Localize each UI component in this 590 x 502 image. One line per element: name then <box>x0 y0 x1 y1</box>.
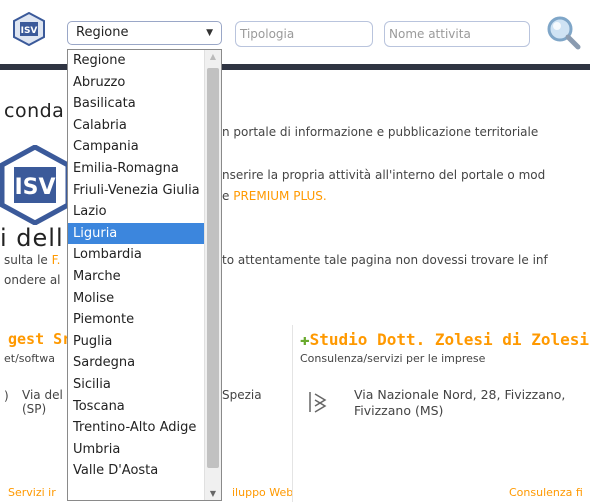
hero-logo-icon: ISV <box>0 145 70 225</box>
nome-attivita-placeholder: Nome attivita <box>389 27 471 41</box>
right-card-address-1: Via Nazionale Nord, 28, Fivizzano, <box>354 387 566 402</box>
intro-line-3-prefix: e <box>222 189 234 203</box>
site-logo-icon[interactable]: ISV <box>12 12 46 46</box>
address-arrow-icon <box>309 392 327 413</box>
plus-icon: ✚ <box>300 330 310 349</box>
right-card-footer-category[interactable]: Consulenza fi <box>509 486 583 499</box>
region-option[interactable]: Regione <box>68 50 204 72</box>
intro-line-1: n portale di informazione e pubblicazion… <box>222 125 539 139</box>
scrollbar-thumb[interactable] <box>207 68 219 468</box>
region-option[interactable]: Puglia <box>68 331 204 353</box>
hero-subtitle: i dell <box>0 224 64 252</box>
scroll-down-icon[interactable]: ▼ <box>205 489 221 498</box>
faq-line: sulta le F. <box>4 253 60 267</box>
region-option[interactable]: Campania <box>68 136 204 158</box>
region-option[interactable]: Lazio <box>68 201 204 223</box>
region-option[interactable]: Piemonte <box>68 309 204 331</box>
left-card-footer-category[interactable]: Servizi ir <box>8 486 56 499</box>
scroll-up-icon[interactable]: ▲ <box>205 52 221 61</box>
region-option[interactable]: Friuli-Venezia Giulia <box>68 180 204 202</box>
card-divider <box>292 325 293 502</box>
search-icon[interactable] <box>545 14 581 50</box>
reply-line: ondere al <box>4 273 61 287</box>
left-card-city: Spezia <box>222 388 262 402</box>
region-option[interactable]: Toscana <box>68 396 204 418</box>
left-card-category: et/softwa <box>4 352 55 365</box>
faq-line-prefix: sulta le <box>4 253 52 267</box>
region-option[interactable]: Sardegna <box>68 352 204 374</box>
faq-link[interactable]: F. <box>52 253 61 267</box>
info-line: to attentamente tale pagina non dovessi … <box>222 253 548 267</box>
region-option[interactable]: Molise <box>68 288 204 310</box>
nome-attivita-input[interactable]: Nome attivita <box>384 21 530 47</box>
right-card-address-2: Fivizzano (MS) <box>354 403 444 418</box>
region-select[interactable]: Regione ▼ <box>67 21 222 45</box>
region-option[interactable]: Sicilia <box>68 374 204 396</box>
region-select-value: Regione <box>76 25 129 40</box>
tipologia-input[interactable]: Tipologia <box>235 21 373 47</box>
dropdown-scrollbar[interactable]: ▲ ▼ <box>204 50 221 500</box>
right-card-category: Consulenza/servizi per le imprese <box>300 352 486 365</box>
region-option[interactable]: Lombardia <box>68 244 204 266</box>
region-option[interactable]: Emilia-Romagna <box>68 158 204 180</box>
intro-line-3: e PREMIUM PLUS. <box>222 189 327 203</box>
svg-text:ISV: ISV <box>21 26 38 36</box>
left-card-title[interactable]: gest Sr <box>8 330 71 348</box>
intro-line-2: nserire la propria attività all'interno … <box>222 168 546 182</box>
region-dropdown-list[interactable]: Regione Abruzzo Basilicata Calabria Campania… <box>67 49 222 501</box>
region-option[interactable]: Calabria <box>68 115 204 137</box>
dropdown-arrow-icon: ▼ <box>206 28 213 38</box>
left-card-footer-category-2[interactable]: iluppo Web <box>232 486 293 499</box>
left-card-address-2: (SP) <box>22 402 47 416</box>
hero-title: conda <box>4 100 65 122</box>
region-option[interactable]: Trentino-Alto Adige <box>68 417 204 439</box>
right-card-title-text: Studio Dott. Zolesi di Zolesi Em <box>309 330 590 349</box>
region-option[interactable]: Abruzzo <box>68 72 204 94</box>
premium-plus-link[interactable]: PREMIUM PLUS. <box>233 189 327 203</box>
region-option[interactable]: Umbria <box>68 439 204 461</box>
region-options: Regione Abruzzo Basilicata Calabria Campania… <box>68 50 204 482</box>
svg-text:ISV: ISV <box>14 175 55 200</box>
region-option[interactable]: Liguria <box>68 222 204 245</box>
tipologia-placeholder: Tipologia <box>240 27 295 41</box>
region-option[interactable]: Basilicata <box>68 93 204 115</box>
region-option[interactable]: Valle D'Aosta <box>68 460 204 482</box>
right-card-title[interactable]: ✚Studio Dott. Zolesi di Zolesi Em <box>300 330 590 349</box>
region-option[interactable]: Marche <box>68 266 204 288</box>
left-card-address-marker: ) <box>4 389 9 403</box>
left-card-address-1: Via del <box>22 388 63 402</box>
